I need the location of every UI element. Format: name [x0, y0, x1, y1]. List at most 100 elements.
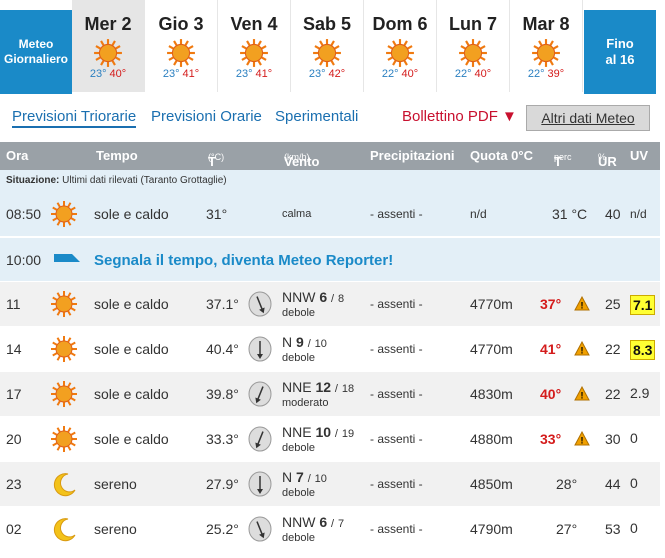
sun-icon — [313, 39, 341, 67]
warning-icon: ! — [574, 431, 590, 446]
wind-speed: 10 — [315, 424, 332, 440]
row-uv: 0 — [630, 475, 638, 491]
wind-gust: 8 — [337, 293, 345, 305]
svg-text:!: ! — [581, 346, 584, 356]
day-min: 23° — [89, 68, 107, 80]
current-observation-row: 08:50 sole e caldo 31° calma - assenti -… — [0, 192, 660, 237]
row-ora: 20 — [6, 431, 22, 447]
col-ora: Ora — [6, 148, 29, 163]
day-tab[interactable]: Lun 7 22° 40° — [437, 0, 510, 92]
warning-icon: ! — [574, 296, 590, 311]
row-quota: 4770m — [470, 341, 513, 357]
row-ora: 11 — [6, 296, 21, 312]
day-temps: 23° 41° — [163, 68, 199, 80]
bollettino-pdf-link[interactable]: Bollettino PDF ▼ — [402, 108, 517, 125]
tab-previsioni-triorarie[interactable]: Previsioni Triorarie — [12, 108, 137, 128]
meteo-reporter-link[interactable]: Segnala il tempo, diventa Meteo Reporter… — [94, 252, 393, 269]
sun-icon — [386, 39, 414, 67]
day-temps: 23° 41° — [236, 68, 272, 80]
wind-direction-icon — [248, 381, 272, 407]
day-name: Lun 7 — [449, 14, 497, 34]
forecast-row: 02 sereno 25.2° NNW 6 / 7 debole - assenti -4… — [0, 507, 660, 552]
row-tperc: 27° — [556, 521, 578, 537]
row-tperc: 33° — [540, 431, 562, 447]
row-tempo: sole e caldo — [94, 431, 169, 447]
day-temps: 22° 39° — [528, 68, 564, 80]
row-tperc: 37° — [540, 296, 562, 312]
dropdown-arrow-icon: ▼ — [502, 108, 517, 125]
row-ur: 53 — [605, 521, 621, 537]
sun-icon — [51, 426, 77, 452]
altri-dati-meteo-button[interactable]: Altri dati Meteo — [526, 105, 650, 131]
row-ora: 23 — [6, 476, 22, 492]
row-temperature: 31° — [206, 206, 228, 222]
col-uv: UV — [630, 148, 649, 163]
row-ur: 40 — [605, 206, 621, 222]
wind-desc: debole — [282, 532, 316, 544]
moon-icon — [53, 473, 76, 497]
day-tab[interactable]: Dom 6 22° 40° — [364, 0, 437, 92]
day-tab[interactable]: Gio 3 23° 41° — [145, 0, 218, 92]
row-uv: 2.9 — [630, 385, 650, 401]
sun-icon — [94, 39, 122, 67]
svg-text:!: ! — [581, 391, 584, 401]
meteo-reporter-row[interactable]: 10:00 Segnala il tempo, diventa Meteo Re… — [0, 237, 660, 282]
day-tab[interactable]: Ven 4 23° 41° — [218, 0, 291, 92]
day-list: Mer 2 23° 40° Gio 3 23° 41° Ven 4 23° 41° Sab … — [72, 0, 583, 92]
row-quota: n/d — [470, 207, 487, 221]
row-uv: 7.1 — [630, 295, 656, 315]
day-min: 22° — [381, 68, 399, 80]
wind-speed: 7 — [296, 469, 304, 485]
day-tab[interactable]: Mar 8 22° 39° — [510, 0, 583, 92]
meteo-giornaliero-button[interactable]: Meteo Giornaliero — [0, 10, 72, 94]
day-name: Dom 6 — [372, 14, 428, 34]
tab-sperimentali[interactable]: Sperimentali — [275, 108, 358, 125]
row-uv: 8.3 — [630, 340, 656, 360]
forecast-tabs: Previsioni Triorarie Previsioni Orarie S… — [0, 100, 665, 136]
row-tperc: 41° — [540, 341, 562, 357]
wind-desc: debole — [282, 307, 316, 319]
row-tempo: sereno — [94, 521, 137, 537]
col-vento: Vento (km/h) — [284, 148, 319, 169]
sun-icon — [167, 39, 195, 67]
fino-label-2: al 16 — [605, 52, 635, 67]
sun-icon — [51, 201, 77, 227]
col-tempo: Tempo — [96, 148, 138, 163]
day-name: Mer 2 — [84, 14, 132, 34]
day-name: Gio 3 — [158, 14, 204, 34]
day-tab[interactable]: Mer 2 23° 40° — [72, 0, 145, 92]
meteo-label-2: Giornaliero — [3, 52, 68, 66]
row-precipitazioni: - assenti - — [370, 207, 423, 221]
meteo-label-1: Meteo — [18, 37, 54, 51]
wind-dir: N — [282, 469, 293, 485]
wind-speed: 6 — [319, 289, 328, 305]
sun-icon — [459, 39, 487, 67]
wind-dir: NNW — [282, 289, 316, 305]
sun-icon — [532, 39, 560, 67]
wind-speed: 9 — [296, 334, 304, 350]
row-temperature: 37.1° — [206, 296, 239, 312]
tab-previsioni-orarie[interactable]: Previsioni Orarie — [151, 108, 262, 125]
row-temperature: 33.3° — [206, 431, 239, 447]
day-max: 41° — [255, 68, 273, 80]
row-temperature: 40.4° — [206, 341, 239, 357]
col-ur-label: UR — [598, 154, 617, 169]
forecast-row: 17 sole e caldo 39.8° NNE 12 / 18 moderato - … — [0, 372, 660, 417]
forecast-row: 11 sole e caldo 37.1° NNW 6 / 8 debole - asse… — [0, 282, 660, 327]
svg-text:!: ! — [581, 301, 584, 311]
day-tab[interactable]: Sab 5 23° 42° — [291, 0, 364, 92]
day-max: 40° — [109, 68, 127, 80]
table-header: Ora Tempo T (°C) Vento (km/h) Precipitaz… — [0, 142, 660, 170]
row-ur: 30 — [605, 431, 621, 447]
row-ora: 08:50 — [6, 206, 42, 222]
row-temperature: 27.9° — [206, 476, 239, 492]
col-vento-label: Vento — [284, 154, 320, 169]
col-t: T (°C) — [208, 148, 224, 169]
row-tempo: sereno — [94, 476, 137, 492]
day-min: 23° — [162, 68, 180, 80]
fino-al-16-button[interactable]: Fino al 16 — [584, 10, 656, 94]
row-vento: N 7 / 10 debole — [282, 469, 327, 499]
row-tempo: sole e caldo — [94, 296, 169, 312]
row-ur: 22 — [605, 386, 621, 402]
wind-direction-icon — [248, 471, 272, 497]
